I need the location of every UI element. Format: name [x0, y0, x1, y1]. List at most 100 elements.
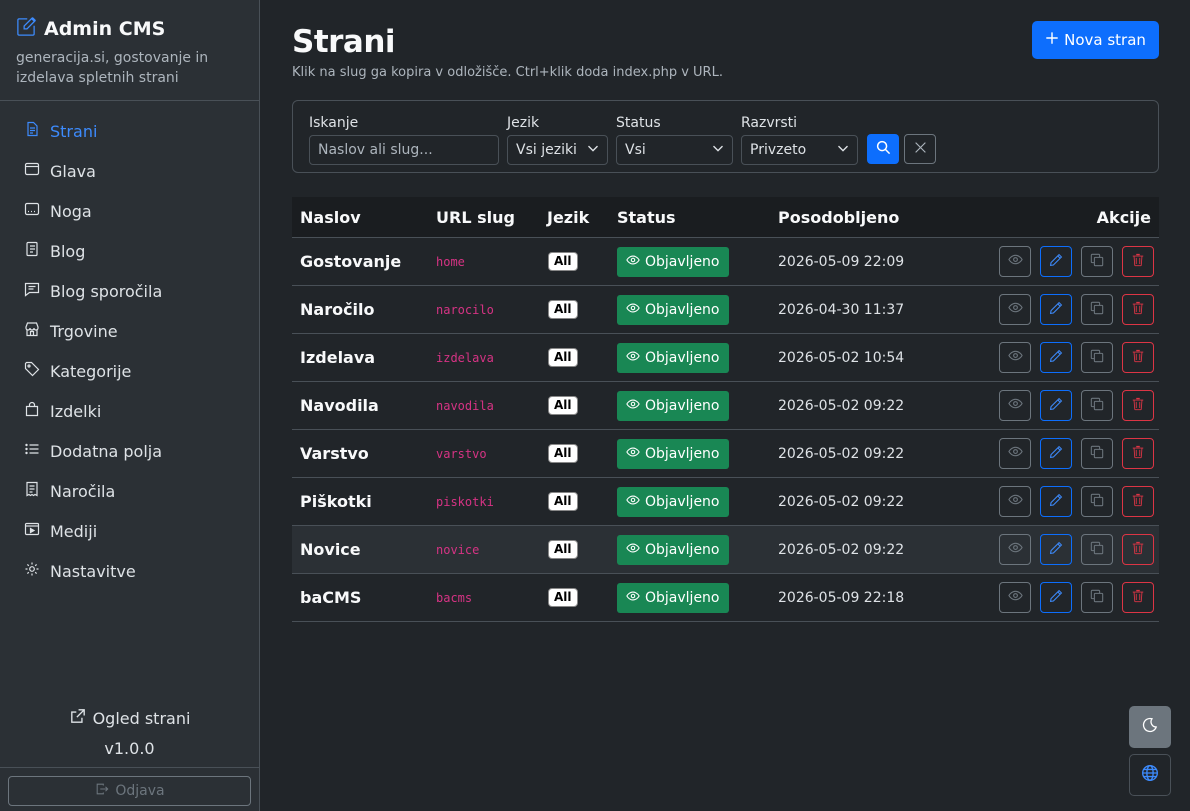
view-button[interactable] — [999, 582, 1031, 613]
page-title-cell[interactable]: Navodila — [300, 382, 379, 429]
eye-icon — [626, 541, 640, 559]
edit-button[interactable] — [1040, 438, 1072, 469]
language-select[interactable]: Vsi jeziki — [507, 135, 608, 165]
page-slug[interactable]: novice — [436, 526, 479, 573]
delete-button[interactable] — [1122, 342, 1154, 373]
delete-button[interactable] — [1122, 582, 1154, 613]
status-cell: Objavljeno — [617, 526, 729, 573]
sidebar-item-dodatna-polja[interactable]: Dodatna polja — [0, 431, 259, 471]
view-button[interactable] — [999, 342, 1031, 373]
copy-icon — [1090, 589, 1104, 607]
sidebar-item-blog[interactable]: Blog — [0, 231, 259, 271]
search-button[interactable] — [867, 134, 899, 164]
status-select[interactable]: Vsi — [616, 135, 733, 165]
page-title-cell[interactable]: Varstvo — [300, 430, 369, 477]
journal-icon — [24, 241, 40, 261]
delete-button[interactable] — [1122, 486, 1154, 517]
duplicate-button[interactable] — [1081, 342, 1113, 373]
sort-select[interactable]: Privzeto — [741, 135, 858, 165]
theme-toggle-button[interactable] — [1129, 706, 1171, 748]
brand-title[interactable]: Admin CMS — [16, 16, 243, 42]
page-title-cell[interactable]: baCMS — [300, 574, 361, 621]
page-slug[interactable]: varstvo — [436, 430, 487, 477]
copy-icon — [1090, 349, 1104, 367]
page-title-cell[interactable]: Novice — [300, 526, 361, 573]
eye-icon — [1007, 252, 1023, 271]
column-lang[interactable]: Jezik — [547, 208, 589, 227]
edit-button[interactable] — [1040, 486, 1072, 517]
view-button[interactable] — [999, 486, 1031, 517]
eye-icon — [626, 493, 640, 511]
copy-icon — [1090, 493, 1104, 511]
duplicate-button[interactable] — [1081, 294, 1113, 325]
duplicate-button[interactable] — [1081, 534, 1113, 565]
page-slug[interactable]: izdelava — [436, 334, 494, 381]
column-status[interactable]: Status — [617, 208, 676, 227]
duplicate-button[interactable] — [1081, 246, 1113, 277]
sidebar-item-glava[interactable]: Glava — [0, 151, 259, 191]
view-site-link[interactable]: Ogled strani — [0, 704, 259, 732]
pages-table: Naslov URL slug Jezik Status Posodobljen… — [292, 197, 1159, 622]
new-page-button[interactable]: Nova stran — [1032, 21, 1159, 59]
view-button[interactable] — [999, 390, 1031, 421]
language-cell: All — [548, 526, 578, 573]
table-row: Izdelava izdelava All Objavljeno 2026-05… — [292, 334, 1159, 382]
edit-button[interactable] — [1040, 390, 1072, 421]
column-updated[interactable]: Posodobljeno — [778, 208, 899, 227]
duplicate-button[interactable] — [1081, 438, 1113, 469]
trash-icon — [1131, 445, 1145, 463]
edit-button[interactable] — [1040, 534, 1072, 565]
pencil-icon — [1049, 493, 1063, 511]
edit-button[interactable] — [1040, 246, 1072, 277]
view-button[interactable] — [999, 438, 1031, 469]
logout-button[interactable]: Odjava — [8, 776, 251, 806]
edit-button[interactable] — [1040, 294, 1072, 325]
page-title-cell[interactable]: Naročilo — [300, 286, 375, 333]
delete-button[interactable] — [1122, 534, 1154, 565]
language-badge: All — [548, 540, 578, 559]
status-cell: Objavljeno — [617, 238, 729, 285]
duplicate-button[interactable] — [1081, 390, 1113, 421]
column-slug[interactable]: URL slug — [436, 208, 515, 227]
language-switch-button[interactable] — [1129, 754, 1171, 796]
sidebar-item-izdelki[interactable]: Izdelki — [0, 391, 259, 431]
view-button[interactable] — [999, 294, 1031, 325]
row-actions — [999, 526, 1154, 573]
copy-icon — [1090, 301, 1104, 319]
page-title-cell[interactable]: Piškotki — [300, 478, 372, 525]
view-button[interactable] — [999, 246, 1031, 277]
page-slug[interactable]: navodila — [436, 382, 494, 429]
filter-search-label: Iskanje — [309, 115, 359, 131]
sidebar-item-mediji[interactable]: Mediji — [0, 511, 259, 551]
sidebar-item-kategorije[interactable]: Kategorije — [0, 351, 259, 391]
duplicate-button[interactable] — [1081, 582, 1113, 613]
page-title-cell[interactable]: Izdelava — [300, 334, 375, 381]
sidebar-item-nastavitve[interactable]: Nastavitve — [0, 551, 259, 591]
sidebar-item-blog-sporocila[interactable]: Blog sporočila — [0, 271, 259, 311]
delete-button[interactable] — [1122, 294, 1154, 325]
sidebar-item-strani[interactable]: Strani — [0, 111, 259, 151]
page-slug[interactable]: piskotki — [436, 478, 494, 525]
delete-button[interactable] — [1122, 246, 1154, 277]
delete-button[interactable] — [1122, 390, 1154, 421]
tags-icon — [24, 361, 40, 381]
eye-icon — [1007, 348, 1023, 367]
sidebar-item-noga[interactable]: Noga — [0, 191, 259, 231]
delete-button[interactable] — [1122, 438, 1154, 469]
sidebar-item-trgovine[interactable]: Trgovine — [0, 311, 259, 351]
duplicate-button[interactable] — [1081, 486, 1113, 517]
column-title[interactable]: Naslov — [300, 208, 361, 227]
language-badge: All — [548, 396, 578, 415]
view-button[interactable] — [999, 534, 1031, 565]
page-slug[interactable]: bacms — [436, 574, 472, 621]
edit-button[interactable] — [1040, 582, 1072, 613]
page-slug[interactable]: narocilo — [436, 286, 494, 333]
edit-button[interactable] — [1040, 342, 1072, 373]
search-input[interactable]: Naslov ali slug... — [309, 135, 499, 165]
page-title-cell[interactable]: Gostovanje — [300, 238, 401, 285]
page-slug[interactable]: home — [436, 238, 465, 285]
gear-icon — [24, 561, 40, 581]
copy-icon — [1090, 253, 1104, 271]
clear-filters-button[interactable] — [904, 134, 936, 164]
sidebar-item-narocila[interactable]: Naročila — [0, 471, 259, 511]
